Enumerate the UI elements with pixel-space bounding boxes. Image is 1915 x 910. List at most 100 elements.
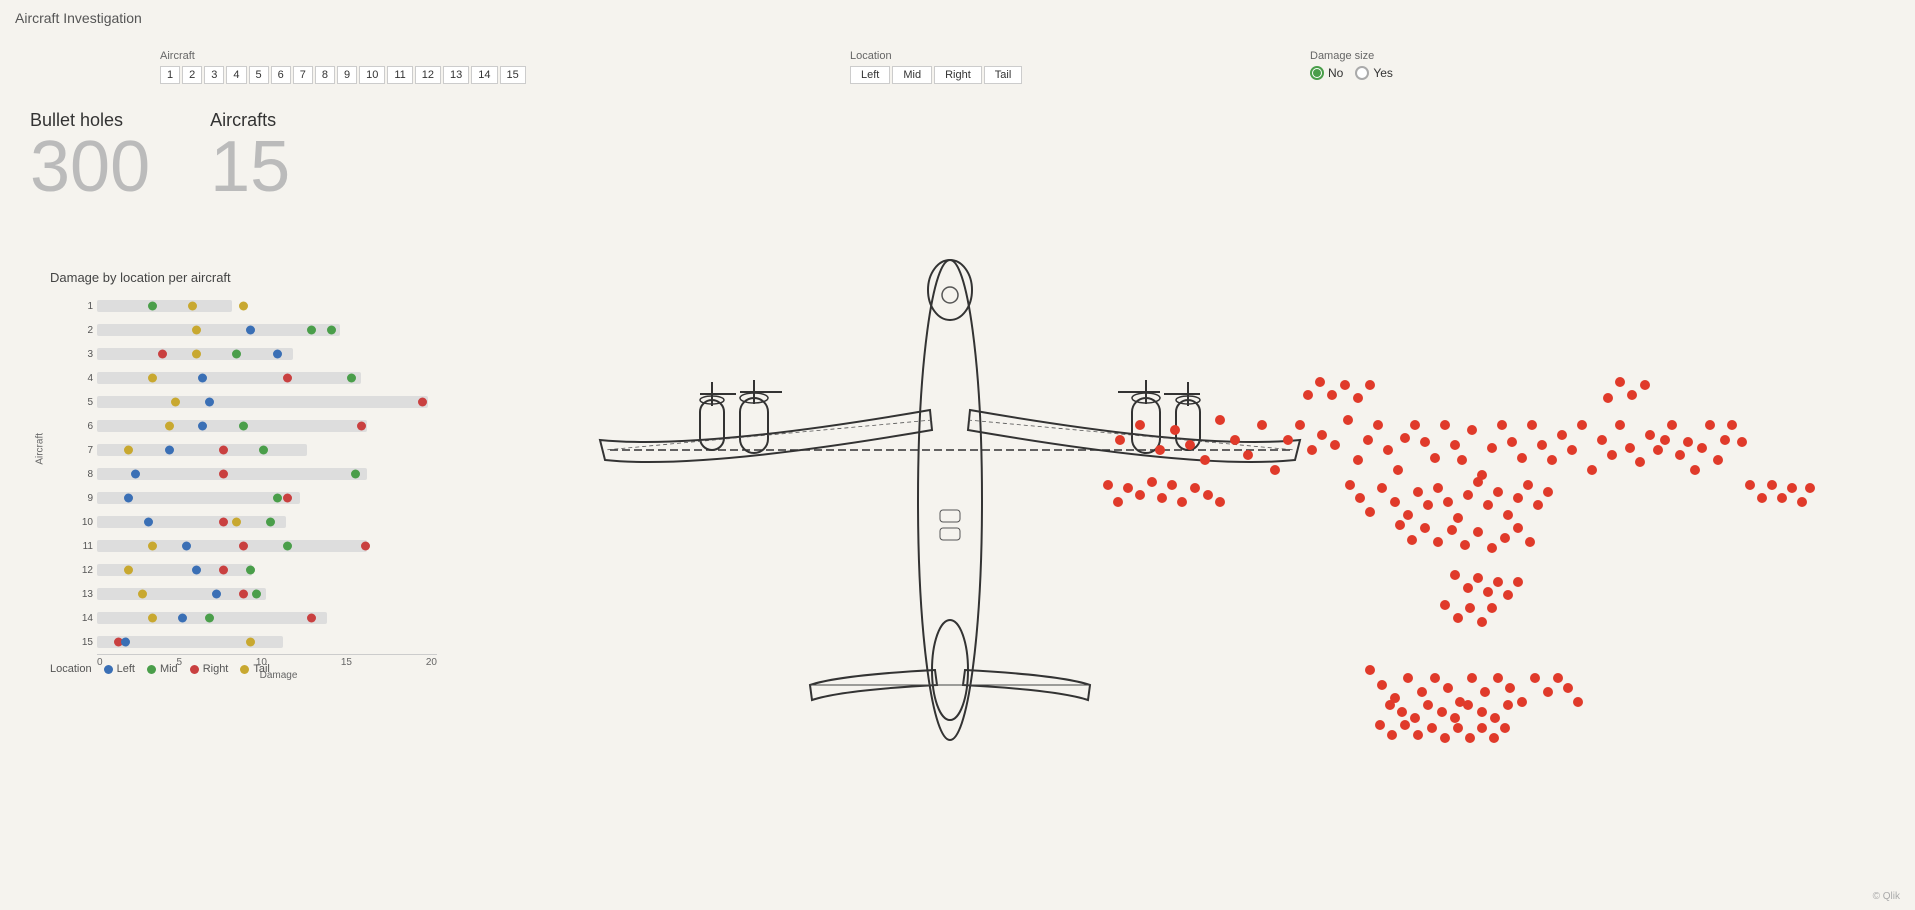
bullet-dot-37 <box>1547 455 1557 465</box>
bullet-dot-99 <box>1467 673 1477 683</box>
bullet-dot-146 <box>1147 477 1157 487</box>
aircraft-filter-label: Aircraft <box>160 50 526 62</box>
dot-9-0 <box>124 494 133 503</box>
row-bar-11 <box>97 540 435 552</box>
bullet-dot-90 <box>1525 537 1535 547</box>
bullet-dot-104 <box>1530 673 1540 683</box>
bullet-dot-17 <box>1353 455 1363 465</box>
damage-size-yes[interactable]: Yes <box>1355 66 1393 80</box>
bullet-dot-133 <box>1483 587 1493 597</box>
bullet-dot-165 <box>1365 380 1375 390</box>
kpi-section: Bullet holes 300 Aircrafts 15 <box>30 110 290 203</box>
aircraft-btn-6[interactable]: 6 <box>271 66 291 84</box>
damage-size-no[interactable]: No <box>1310 66 1343 80</box>
bullet-dot-3 <box>1170 425 1180 435</box>
bullet-dot-134 <box>1493 577 1503 587</box>
bullet-dot-103 <box>1517 697 1527 707</box>
damage-size-filter: Damage size No Yes <box>1310 50 1393 80</box>
dot-13-2 <box>239 590 248 599</box>
bar-bg-10 <box>97 516 286 528</box>
kpi-aircrafts-value: 15 <box>210 131 290 203</box>
radio-yes-circle[interactable] <box>1355 66 1369 80</box>
aircraft-btn-14[interactable]: 14 <box>471 66 497 84</box>
bullet-dot-70 <box>1453 513 1463 523</box>
bullet-dot-45 <box>1625 443 1635 453</box>
chart-area: Aircraft 123456789101112131415 05101520 … <box>50 295 460 655</box>
chart-row-11: 11 <box>75 535 435 557</box>
bullet-dot-5 <box>1200 455 1210 465</box>
bullet-dot-149 <box>1177 497 1187 507</box>
row-bar-6 <box>97 420 435 432</box>
location-btn-Right[interactable]: Right <box>934 66 982 84</box>
aircraft-btn-5[interactable]: 5 <box>249 66 269 84</box>
bullet-dot-31 <box>1487 443 1497 453</box>
chart-row-13: 13 <box>75 583 435 605</box>
aircraft-btn-4[interactable]: 4 <box>226 66 246 84</box>
bullet-dot-66 <box>1413 487 1423 497</box>
aircraft-btn-9[interactable]: 9 <box>337 66 357 84</box>
bullet-dot-154 <box>1757 493 1767 503</box>
bullet-dot-59 <box>1737 437 1747 447</box>
dot-10-0 <box>144 518 153 527</box>
row-bar-7 <box>97 444 435 456</box>
dot-11-0 <box>148 542 157 551</box>
bullet-dot-29 <box>1467 425 1477 435</box>
dot-7-2 <box>219 446 228 455</box>
bullet-dot-69 <box>1443 497 1453 507</box>
aircraft-btn-10[interactable]: 10 <box>359 66 385 84</box>
bullet-dot-75 <box>1503 510 1513 520</box>
bullet-dot-143 <box>1113 497 1123 507</box>
dot-1-2 <box>239 302 248 311</box>
bullet-dot-139 <box>1465 603 1475 613</box>
aircraft-btn-2[interactable]: 2 <box>182 66 202 84</box>
bullet-dot-136 <box>1513 577 1523 587</box>
aircraft-btn-3[interactable]: 3 <box>204 66 224 84</box>
dot-14-2 <box>205 614 214 623</box>
location-btn-Left[interactable]: Left <box>850 66 890 84</box>
bar-bg-2 <box>97 324 340 336</box>
aircraft-btn-11[interactable]: 11 <box>387 66 412 84</box>
bullet-dot-164 <box>1353 393 1363 403</box>
kpi-bullet-holes: Bullet holes 300 <box>30 110 150 203</box>
radio-no-circle[interactable] <box>1310 66 1324 80</box>
bullet-dot-67 <box>1423 500 1433 510</box>
damage-size-radio-group: No Yes <box>1310 66 1393 80</box>
row-label-6: 6 <box>75 421 93 432</box>
bullet-dot-108 <box>1573 697 1583 707</box>
bullet-dot-161 <box>1315 377 1325 387</box>
aircraft-btn-1[interactable]: 1 <box>160 66 180 84</box>
bullet-dot-137 <box>1440 600 1450 610</box>
bullet-dot-33 <box>1507 437 1517 447</box>
location-btn-Mid[interactable]: Mid <box>892 66 932 84</box>
location-btn-Tail[interactable]: Tail <box>984 66 1023 84</box>
bullet-dot-1 <box>1135 420 1145 430</box>
bullet-dot-112 <box>1423 700 1433 710</box>
chart-row-3: 3 <box>75 343 435 365</box>
aircraft-btn-15[interactable]: 15 <box>500 66 526 84</box>
row-label-9: 9 <box>75 493 93 504</box>
bullet-dot-41 <box>1587 465 1597 475</box>
app-title: Aircraft Investigation <box>15 10 142 26</box>
bullet-dot-141 <box>1487 603 1497 613</box>
chart-row-5: 5 <box>75 391 435 413</box>
dot-4-0 <box>148 374 157 383</box>
bar-bg-5 <box>97 396 428 408</box>
aircraft-btn-8[interactable]: 8 <box>315 66 335 84</box>
bullet-dot-150 <box>1190 483 1200 493</box>
bullet-dot-148 <box>1167 480 1177 490</box>
bullet-dot-39 <box>1567 445 1577 455</box>
bullet-dot-91 <box>1365 665 1375 675</box>
aircraft-btn-13[interactable]: 13 <box>443 66 469 84</box>
bullet-dot-85 <box>1460 540 1470 550</box>
dot-2-2 <box>307 326 316 335</box>
dot-8-1 <box>219 470 228 479</box>
bullet-dot-145 <box>1135 490 1145 500</box>
aircraft-btn-12[interactable]: 12 <box>415 66 441 84</box>
bullet-dot-128 <box>1489 733 1499 743</box>
bullet-dot-46 <box>1635 457 1645 467</box>
bullet-dot-2 <box>1155 445 1165 455</box>
bullet-dot-131 <box>1463 583 1473 593</box>
bullet-dot-126 <box>1465 733 1475 743</box>
dot-13-0 <box>138 590 147 599</box>
aircraft-btn-7[interactable]: 7 <box>293 66 313 84</box>
